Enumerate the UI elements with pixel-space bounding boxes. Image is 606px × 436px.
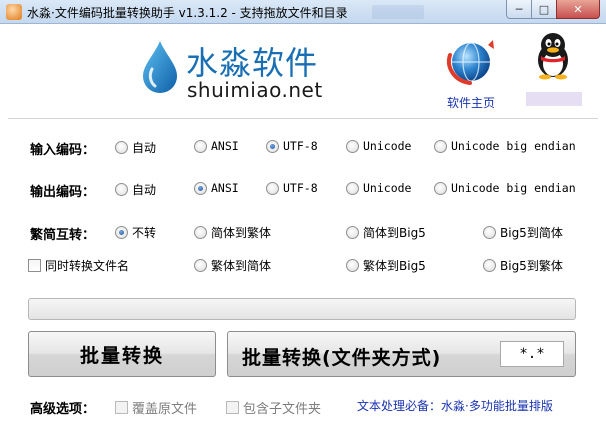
output-encoding-auto-radio[interactable]: 自动 bbox=[115, 181, 156, 198]
conversion-big5-to-simp-radio[interactable]: Big5到简体 bbox=[483, 224, 563, 241]
output-encoding-unicode-radio[interactable]: Unicode bbox=[346, 181, 411, 195]
minimize-icon: ─ bbox=[515, 2, 523, 16]
advanced-options-label: 高级选项： bbox=[30, 402, 96, 417]
input-encoding-unicode-radio[interactable]: Unicode bbox=[346, 139, 411, 153]
input-encoding-label: 输入编码： bbox=[30, 143, 96, 158]
output-encoding-ansi-radio[interactable]: ANSI bbox=[194, 181, 239, 195]
qq-number-redacted bbox=[526, 92, 582, 106]
output-encoding-utf8-radio[interactable]: UTF-8 bbox=[266, 181, 318, 195]
close-button[interactable]: ✕ bbox=[556, 0, 600, 19]
close-icon: ✕ bbox=[573, 2, 583, 16]
input-encoding-unicode-be-radio[interactable]: Unicode big endian bbox=[434, 139, 576, 153]
conversion-label: 繁简互转： bbox=[30, 228, 96, 243]
conversion-big5-to-trad-radio[interactable]: Big5到繁体 bbox=[483, 257, 563, 274]
input-encoding-ansi-radio[interactable]: ANSI bbox=[194, 139, 239, 153]
conversion-trad-to-big5-radio[interactable]: 繁体到Big5 bbox=[346, 257, 426, 274]
batch-convert-folder-button[interactable]: 批量转换(文件夹方式) *.* bbox=[227, 331, 576, 377]
globe-icon[interactable] bbox=[444, 37, 496, 87]
minimize-button[interactable]: ─ bbox=[506, 0, 532, 19]
output-encoding-unicode-be-radio[interactable]: Unicode big endian bbox=[434, 181, 576, 195]
batch-convert-button[interactable]: 批量转换 bbox=[28, 331, 216, 377]
progress-bar bbox=[28, 298, 576, 320]
maximize-button[interactable]: □ bbox=[531, 0, 557, 19]
maximize-icon: □ bbox=[538, 2, 550, 16]
batch-convert-folder-label: 批量转换(文件夹方式) bbox=[242, 347, 442, 369]
conversion-simp-to-big5-radio[interactable]: 简体到Big5 bbox=[346, 224, 426, 241]
title-bar[interactable]: 水淼·文件编码批量转换助手 v1.3.1.2 - 支持拖放文件和目录 ─ □ ✕ bbox=[0, 0, 606, 24]
title-bar-highlight bbox=[372, 5, 424, 19]
promo-link[interactable]: 文本处理必备：水淼·多功能批量排版 bbox=[357, 397, 553, 414]
output-encoding-label: 输出编码： bbox=[30, 185, 96, 200]
software-home-link[interactable]: 软件主页 bbox=[447, 94, 495, 111]
input-encoding-auto-radio[interactable]: 自动 bbox=[115, 139, 156, 156]
include-subfolders-checkbox[interactable]: 包含子文件夹 bbox=[226, 398, 321, 417]
app-icon bbox=[6, 4, 22, 20]
conversion-trad-to-simp-radio[interactable]: 繁体到简体 bbox=[194, 257, 271, 274]
header-divider bbox=[8, 118, 598, 119]
input-encoding-utf8-radio[interactable]: UTF-8 bbox=[266, 139, 318, 153]
conversion-none-radio[interactable]: 不转 bbox=[115, 224, 156, 241]
conversion-simp-to-trad-radio[interactable]: 简体到繁体 bbox=[194, 224, 271, 241]
file-pattern-input[interactable]: *.* bbox=[500, 341, 564, 367]
overwrite-original-checkbox[interactable]: 覆盖原文件 bbox=[115, 398, 197, 417]
brand-name-en: shuimiao.net bbox=[187, 78, 323, 102]
water-drop-icon bbox=[143, 41, 177, 93]
qq-penguin-icon[interactable] bbox=[534, 30, 572, 80]
rename-files-checkbox[interactable]: 同时转换文件名 bbox=[28, 257, 129, 274]
batch-convert-label: 批量转换 bbox=[79, 344, 164, 367]
window-title: 水淼·文件编码批量转换助手 v1.3.1.2 - 支持拖放文件和目录 bbox=[27, 6, 348, 20]
